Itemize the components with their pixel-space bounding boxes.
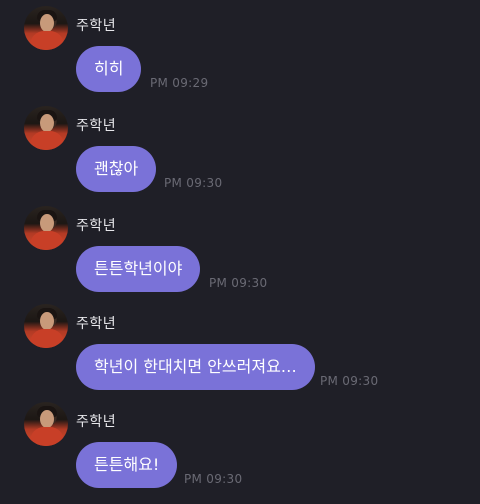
avatar[interactable] [24,304,68,348]
message-bubble[interactable]: 학년이 한대치면 안쓰러져요… [76,344,315,390]
message-bubble[interactable]: 튼튼해요! [76,442,178,488]
message-group: 주학년 학년이 한대치면 안쓰러져요… PM 09:30 [0,298,480,398]
sender-name: 주학년 [76,218,117,234]
sender-name: 주학년 [76,414,117,430]
message-timestamp: PM 09:29 [150,76,209,90]
message-bubble[interactable]: 튼튼학년이야 [76,246,201,292]
message-timestamp: PM 09:30 [320,374,379,388]
message-timestamp: PM 09:30 [164,176,223,190]
sender-name: 주학년 [76,118,117,134]
avatar[interactable] [24,206,68,250]
message-group: 주학년 히히 PM 09:29 [0,0,480,100]
avatar[interactable] [24,6,68,50]
message-timestamp: PM 09:30 [209,276,268,290]
message-timestamp: PM 09:30 [184,472,243,486]
message-bubble[interactable]: 괜찮아 [76,146,157,192]
avatar[interactable] [24,402,68,446]
sender-name: 주학년 [76,18,117,34]
message-group: 주학년 괜찮아 PM 09:30 [0,100,480,200]
message-bubble[interactable]: 히히 [76,46,142,92]
chat-message-list[interactable]: 주학년 히히 PM 09:29 주학년 괜찮아 PM 09:30 주학년 튼튼학… [0,0,480,504]
avatar[interactable] [24,106,68,150]
message-group: 주학년 튼튼해요! PM 09:30 [0,396,480,496]
sender-name: 주학년 [76,316,117,332]
message-group: 주학년 튼튼학년이야 PM 09:30 [0,200,480,300]
